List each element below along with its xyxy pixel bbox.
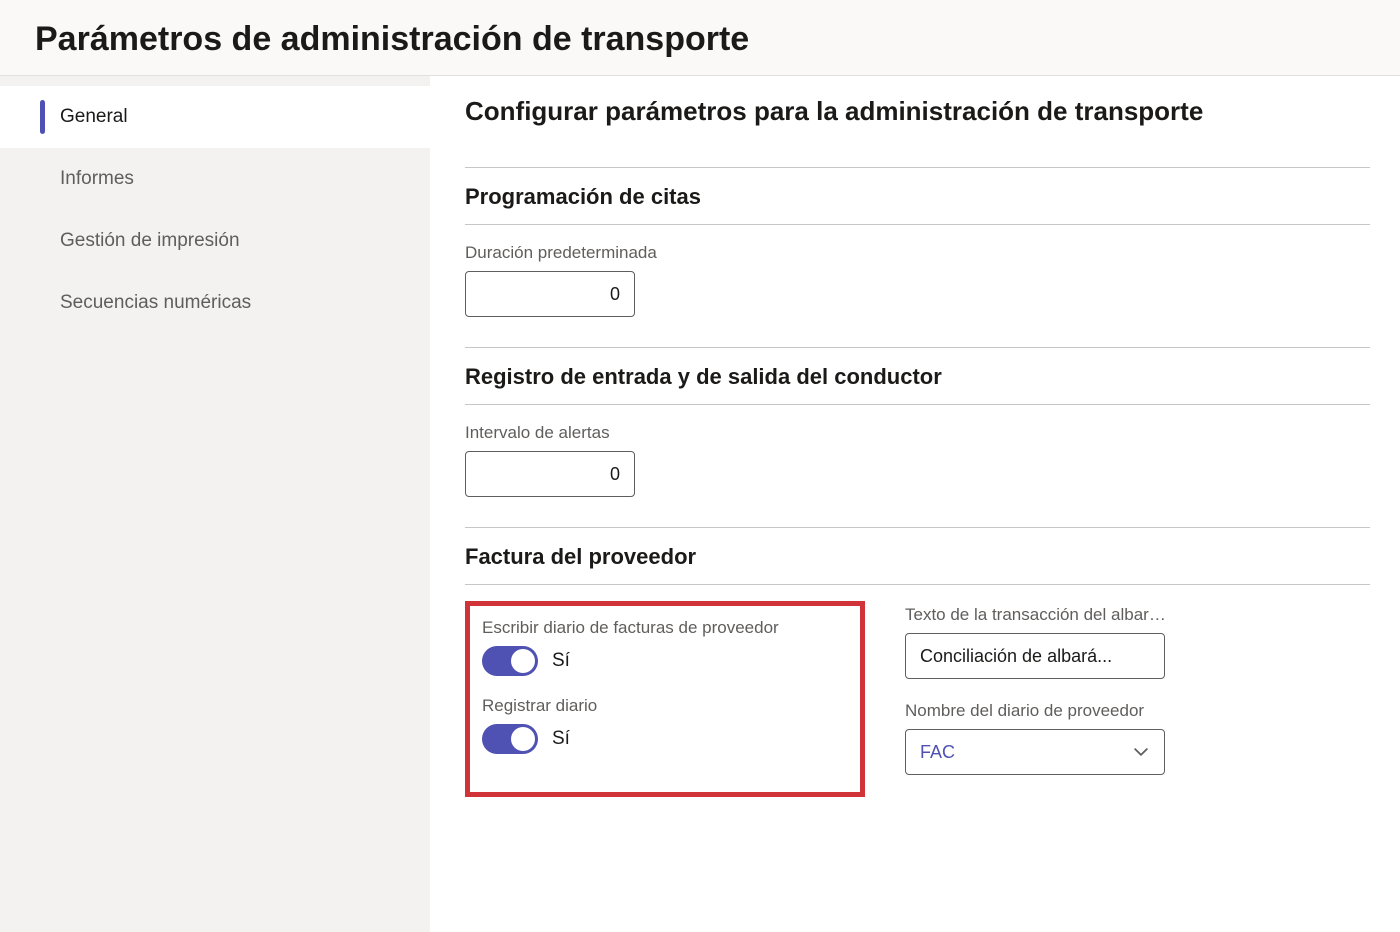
field-default-duration: Duración predeterminada [465,243,1370,317]
toggle-write-journal[interactable] [482,646,538,676]
select-journal-name[interactable]: FAC [905,729,1165,775]
field-alert-interval: Intervalo de alertas [465,423,1370,497]
main-panel: Configurar parámetros para la administra… [430,76,1400,932]
sidebar-item-label: Informes [60,168,134,189]
label-default-duration: Duración predeterminada [465,243,1370,263]
divider [465,224,1370,225]
toggle-knob [511,649,535,673]
vendor-invoice-right-column: Texto de la transacción del albarán de .… [905,601,1170,797]
sidebar-item-reports[interactable]: Informes [0,148,430,210]
field-transaction-text: Texto de la transacción del albarán de .… [905,605,1170,679]
main-title: Configurar parámetros para la administra… [465,96,1370,127]
divider [465,404,1370,405]
toggle-knob [511,727,535,751]
label-transaction-text: Texto de la transacción del albarán de .… [905,605,1170,625]
label-post-journal: Registrar diario [482,696,844,716]
toggle-state-write-journal: Sí [552,650,570,672]
divider [465,167,1370,168]
sidebar-item-label: Secuencias numéricas [60,292,251,313]
section-title-driver-check: Registro de entrada y de salida del cond… [465,364,1370,390]
toggle-post-journal[interactable] [482,724,538,754]
highlighted-toggle-group: Escribir diario de facturas de proveedor… [465,601,865,797]
input-default-duration[interactable] [465,271,635,317]
sidebar-item-label: General [60,106,128,127]
sidebar-item-number-sequences[interactable]: Secuencias numéricas [0,272,430,334]
sidebar-item-general[interactable]: General [0,86,430,148]
section-appointment: Programación de citas Duración predeterm… [465,167,1370,317]
section-driver-check: Registro de entrada y de salida del cond… [465,347,1370,497]
divider [465,527,1370,528]
field-post-journal: Registrar diario Sí [482,696,844,754]
input-transaction-text[interactable]: Conciliación de albará... [905,633,1165,679]
chevron-down-icon [1132,743,1150,761]
label-alert-interval: Intervalo de alertas [465,423,1370,443]
field-journal-name: Nombre del diario de proveedor FAC [905,701,1170,775]
input-alert-interval[interactable] [465,451,635,497]
sidebar-item-label: Gestión de impresión [60,230,240,251]
page-title: Parámetros de administración de transpor… [35,20,1365,59]
section-vendor-invoice: Factura del proveedor Escribir diario de… [465,527,1370,797]
sidebar-nav: General Informes Gestión de impresión Se… [0,76,430,932]
divider [465,584,1370,585]
select-value: FAC [920,742,955,763]
toggle-state-post-journal: Sí [552,728,570,750]
section-title-vendor-invoice: Factura del proveedor [465,544,1370,570]
sidebar-item-print-management[interactable]: Gestión de impresión [0,210,430,272]
label-write-journal: Escribir diario de facturas de proveedor [482,618,844,638]
field-write-journal: Escribir diario de facturas de proveedor… [482,618,844,676]
page-header: Parámetros de administración de transpor… [0,0,1400,76]
section-title-appointment: Programación de citas [465,184,1370,210]
label-journal-name: Nombre del diario de proveedor [905,701,1170,721]
divider [465,347,1370,348]
